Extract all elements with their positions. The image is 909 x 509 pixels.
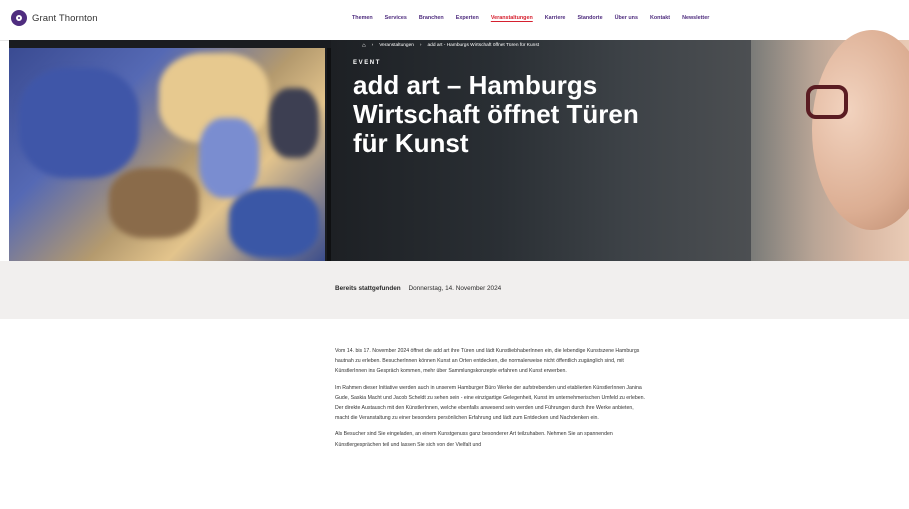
brand-name: Grant Thornton	[32, 12, 98, 24]
nav-item-newsletter[interactable]: Newsletter	[682, 15, 709, 21]
article-paragraph: Als Besucher sind Sie eingeladen, an ein…	[335, 431, 613, 448]
nav-item-kontakt[interactable]: Kontakt	[650, 15, 670, 21]
glasses-image	[806, 85, 848, 119]
nav-item-services[interactable]: Services	[385, 15, 407, 21]
nav-item-karriere[interactable]: Karriere	[545, 15, 566, 21]
nav-item-experten[interactable]: Experten	[456, 15, 479, 21]
site-header: Grant Thornton Themen Services Branchen …	[0, 0, 909, 41]
event-status: Bereits stattgefunden	[335, 285, 401, 292]
event-date: Donnerstag, 14. November 2024	[408, 285, 502, 292]
brand-logo[interactable]: Grant Thornton	[11, 10, 98, 26]
breadcrumb-separator: ›	[419, 43, 422, 48]
nav-item-branchen[interactable]: Branchen	[419, 15, 444, 21]
nav-item-standorte[interactable]: Standorte	[577, 15, 602, 21]
breadcrumb-separator: ›	[371, 43, 374, 48]
hero-artwork-image	[9, 48, 325, 261]
article-paragraph: Im Rahmen dieser Initiative werden auch …	[335, 384, 645, 422]
nav-item-themen[interactable]: Themen	[352, 15, 373, 21]
page-title: add art – Hamburgs Wirtschaft öffnet Tür…	[353, 70, 639, 158]
event-label: EVENT	[353, 60, 382, 66]
grant-thornton-logo-icon	[11, 10, 27, 26]
article-paragraph: Vom 14. bis 17. November 2024 öffnet die…	[335, 348, 640, 375]
nav-item-ueber-uns[interactable]: Über uns	[615, 15, 638, 21]
nav-item-veranstaltungen[interactable]: Veranstaltungen	[491, 15, 533, 21]
home-icon[interactable]: ⌂	[362, 43, 366, 49]
breadcrumb-item-current: add art - Hamburgs Wirtschaft öffnet Tür…	[427, 43, 540, 48]
main-nav: Themen Services Branchen Experten Verans…	[352, 15, 721, 21]
breadcrumb-item-veranstaltungen[interactable]: Veranstaltungen	[379, 43, 414, 48]
event-info-row: Bereits stattgefunden Donnerstag, 14. No…	[335, 285, 501, 292]
article-body: Vom 14. bis 17. November 2024 öffnet die…	[335, 346, 645, 456]
event-info-band: Bereits stattgefunden Donnerstag, 14. No…	[0, 261, 909, 319]
breadcrumb: ⌂ › Veranstaltungen › add art - Hamburgs…	[362, 40, 545, 51]
